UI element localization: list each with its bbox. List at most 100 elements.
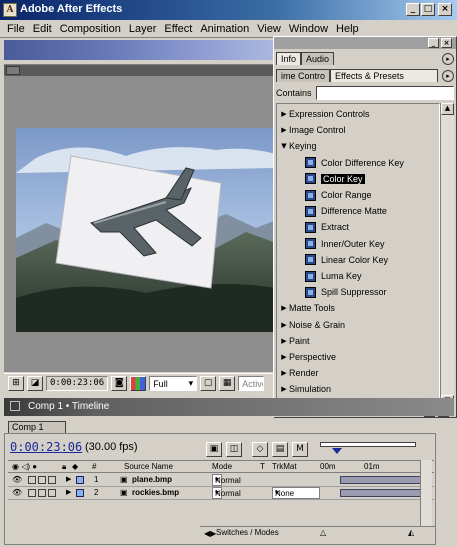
audio-switch[interactable] [28,476,36,484]
palette-menu-arrow-icon[interactable]: ▸ [442,53,454,65]
effect-item[interactable]: Luma Key [305,268,362,284]
show-channel-icon[interactable] [130,376,147,391]
zoom-in-mountain-icon[interactable]: ◭ [408,528,414,537]
expand-triangle-icon[interactable]: ▶ [279,321,289,329]
header-source-name[interactable]: Source Name [124,462,173,471]
expand-triangle-icon[interactable]: ▶ [279,353,289,361]
current-time-indicator-icon[interactable] [332,448,342,454]
snapshot-camera-icon[interactable]: ◙ [111,376,128,391]
tab-effects-presets[interactable]: Effects & Presets [330,69,438,82]
label-color-swatch[interactable] [76,489,84,497]
label-color-swatch[interactable] [76,476,84,484]
motion-blur-icon[interactable]: ▤ [272,442,288,457]
effect-item[interactable]: Spill Suppressor [305,284,387,300]
layer-mode-dropdown[interactable]: Normal ▾ [212,487,241,499]
collapse-triangle-icon[interactable]: ▼ [279,142,289,150]
layer-source-name[interactable]: plane.bmp [132,475,172,484]
switches-modes-toggle[interactable]: Switches / Modes [216,528,279,537]
magnification-icon[interactable]: ⊞ [8,376,24,391]
maximize-button[interactable]: □ [421,3,435,16]
menu-composition[interactable]: Composition [56,23,125,35]
effects-list-scrollbar[interactable]: ▲ ▼ [440,103,454,407]
expand-triangle-icon[interactable]: ▶ [279,337,289,345]
composition-frame[interactable] [16,128,276,332]
solo-switch[interactable] [38,489,46,497]
effect-item[interactable]: Color Key [305,171,365,187]
solo-switch[interactable] [38,476,46,484]
expand-triangle-icon[interactable]: ▶ [279,126,289,134]
palette-minimize-button[interactable]: _ [428,38,439,48]
menu-edit[interactable]: Edit [29,23,56,35]
menu-effect[interactable]: Effect [160,23,196,35]
video-eye-icon[interactable]: 👁︎ [12,488,22,497]
menu-animation[interactable]: Animation [196,23,253,35]
lock-switch[interactable] [48,476,56,484]
effect-icon [305,173,316,185]
graph-editor-icon[interactable]: M [292,442,308,457]
layer-duration-bar[interactable] [340,489,424,497]
expand-triangle-icon[interactable]: ▶ [66,488,71,496]
effect-item[interactable]: Linear Color Key [305,252,388,268]
tab-comp-1[interactable]: Comp 1 [8,421,66,433]
region-of-interest-icon[interactable]: ▢ [200,376,217,391]
draft-3d-icon[interactable]: ◫ [226,442,242,457]
safe-zones-icon[interactable]: ◪ [27,376,43,391]
menu-layer[interactable]: Layer [125,23,161,35]
effect-category[interactable]: ▶ Expression Controls [279,106,369,122]
effect-item[interactable]: Color Range [305,187,372,203]
audio-switch[interactable] [28,489,36,497]
tab-info[interactable]: Info [276,52,302,65]
contains-search-input[interactable] [315,86,454,100]
resolution-dropdown[interactable]: Full ▾ [149,376,198,391]
palette-close-button[interactable]: × [441,38,452,48]
lock-switch[interactable] [48,489,56,497]
effect-category[interactable]: ▶ Paint [279,333,309,349]
timeline-flag-icon[interactable] [10,401,20,411]
composition-button-icon[interactable]: ▣ [206,442,222,457]
effect-category[interactable]: ▶ Image Control [279,122,345,138]
timeline-zoom-slider[interactable] [318,440,418,454]
layer-source-name[interactable]: rockies.bmp [132,488,179,497]
comp-timecode[interactable]: 0:00:23:06 [46,376,109,391]
trkmat-dropdown[interactable]: None ▾ [272,487,320,499]
expand-triangle-icon[interactable]: ▶ [279,369,289,377]
timeline-current-time[interactable]: 0:00:23:06 [10,440,82,454]
expand-triangle-icon[interactable]: ▶ [66,475,71,483]
effect-category[interactable]: ▶ Matte Tools [279,300,335,316]
effect-item[interactable]: Inner/Outer Key [305,236,385,252]
expand-triangle-icon[interactable]: ▶ [279,304,289,312]
menu-window[interactable]: Window [285,23,332,35]
effect-category[interactable]: ▶ Perspective [279,349,336,365]
minimize-button[interactable]: _ [406,3,420,16]
zoom-out-mountain-icon[interactable]: △ [320,528,326,537]
after-effects-logo-icon: A [3,3,17,17]
effects-menu-arrow-icon[interactable]: ▸ [442,70,454,82]
tab-time-controls[interactable]: ime Contro [276,69,330,82]
tab-audio[interactable]: Audio [301,52,335,65]
transparency-grid-icon[interactable]: ▦ [219,376,236,391]
composition-flag-icon[interactable] [6,66,20,75]
effect-category[interactable]: ▶ Render [279,365,318,381]
layer-mode-dropdown[interactable]: Normal ▾ [212,474,241,486]
expand-triangle-icon[interactable]: ▶ [279,110,289,118]
effect-category[interactable]: ▼ Keying [279,138,316,154]
effect-category[interactable]: ▶ Noise & Grain [279,317,345,333]
layer-duration-bar[interactable] [340,476,424,484]
effect-item[interactable]: Extract [305,219,349,235]
scroll-up-arrow-icon[interactable]: ▲ [441,103,454,115]
toggle-panes-icon[interactable]: ◀▶ [204,529,216,538]
expand-triangle-icon[interactable]: ▶ [279,385,289,393]
timeline-scrollbar[interactable] [420,460,432,526]
effect-item[interactable]: Difference Matte [305,203,387,219]
menu-view[interactable]: View [253,23,285,35]
menu-file[interactable]: File [3,23,29,35]
table-row[interactable]: 👁︎ ▶ 2 ▣ rockies.bmp Normal ▾ None ▾ [8,487,434,500]
close-button[interactable]: × [438,3,452,16]
menu-help[interactable]: Help [332,23,363,35]
effect-category[interactable]: ▶ Simulation [279,381,331,397]
camera-dropdown[interactable]: Active [238,376,265,391]
table-row[interactable]: 👁︎ ▶ 1 ▣ plane.bmp Normal ▾ [8,474,434,487]
effect-item[interactable]: Color Difference Key [305,155,404,171]
live-update-icon[interactable]: ◇ [252,442,268,457]
video-eye-icon[interactable]: 👁︎ [12,475,22,484]
